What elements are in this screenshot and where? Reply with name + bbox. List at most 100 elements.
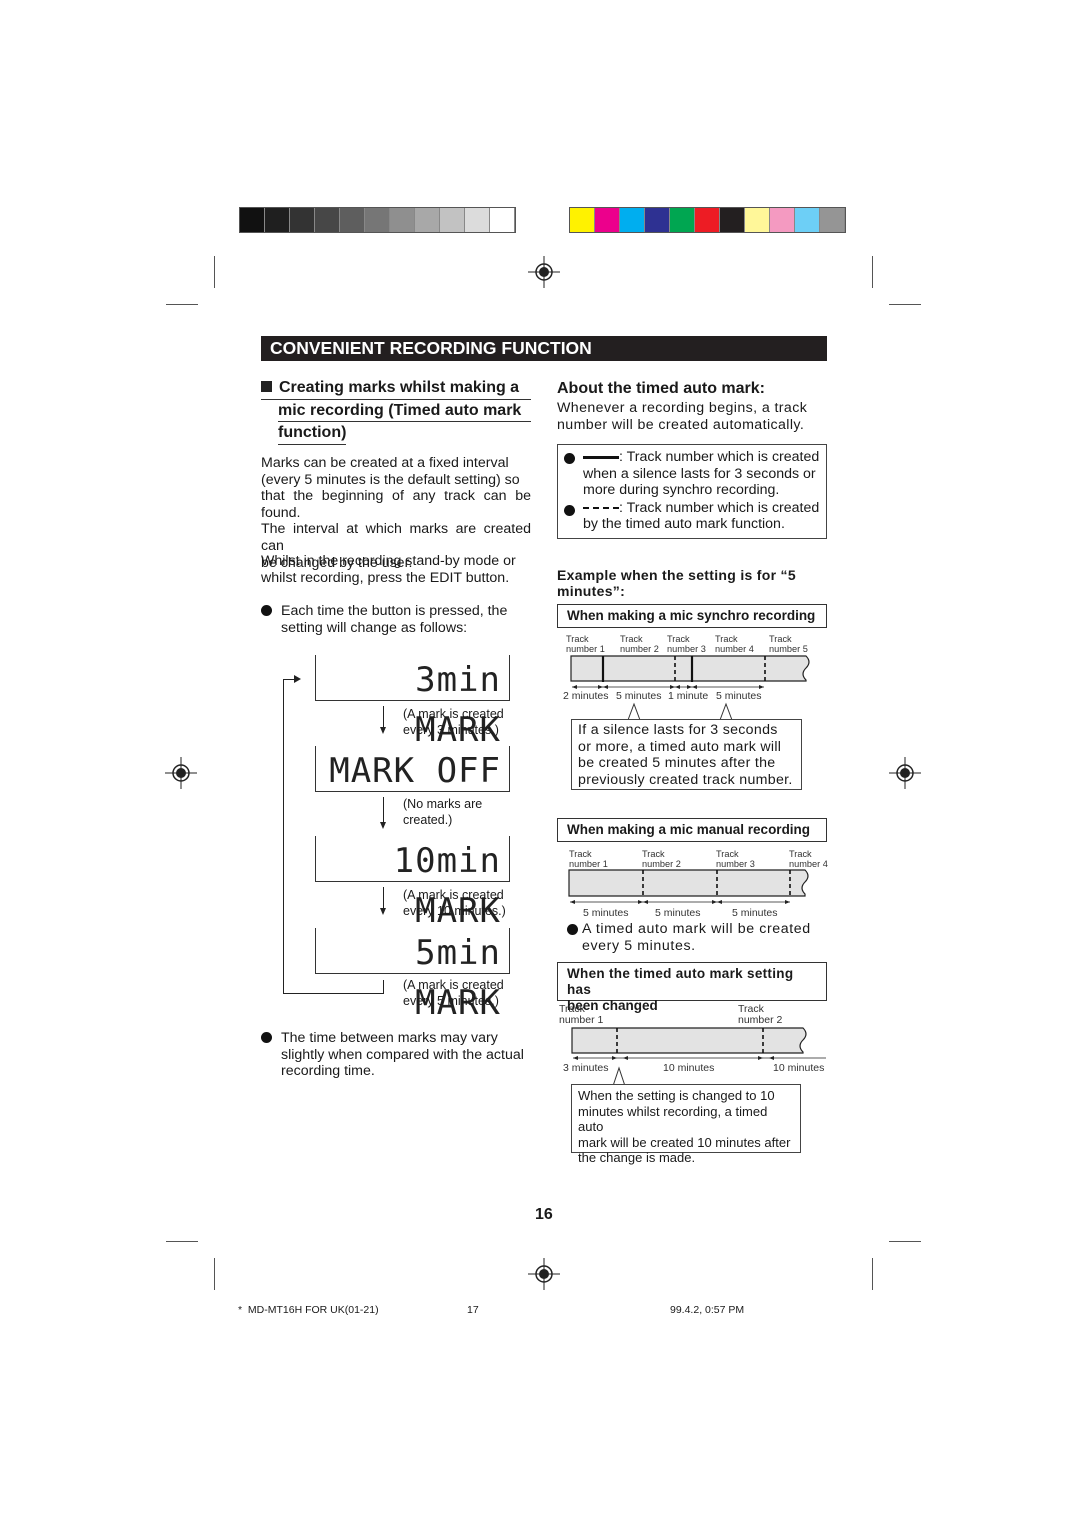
crop-mark [889, 1241, 921, 1242]
bullet-icon [564, 453, 575, 464]
color-swatch [820, 208, 845, 232]
bullet-icon [567, 924, 578, 935]
bullet-time-vary: The time between marks may vary slightly … [261, 1030, 531, 1080]
color-swatch [265, 208, 290, 232]
color-swatch [570, 208, 595, 232]
arrow-right-icon [294, 675, 301, 683]
track-label: Track number 2 [620, 634, 659, 654]
color-calibration-bar [569, 207, 846, 233]
duration-label: 10 minutes [773, 1062, 825, 1074]
bullet-icon [261, 1032, 272, 1043]
crop-mark [166, 304, 198, 305]
synchro-timeline [570, 655, 810, 721]
track-label: Track number 4 [715, 634, 754, 654]
lcd-display-3min: 3min MARK [315, 655, 510, 750]
track-label: Track number 1 [559, 1003, 604, 1026]
duration-label: 5 minutes [655, 907, 701, 919]
registration-mark-icon [528, 1258, 560, 1290]
changed-timeline-wrap [560, 1026, 830, 1091]
lcd-display-mark-off: MARK OFF [315, 746, 510, 792]
tape-bar [570, 655, 810, 682]
footer-date: 99.4.2, 0:57 PM [670, 1304, 745, 1316]
color-swatch [315, 208, 340, 232]
color-swatch [595, 208, 620, 232]
crop-mark [214, 1258, 215, 1290]
arrow-down-icon [380, 797, 386, 829]
color-swatch [240, 208, 265, 232]
bullet-icon [261, 605, 272, 616]
registration-mark-icon [889, 757, 921, 789]
display-note: (A mark is created every 5 minutes.) [403, 978, 504, 1008]
track-label: Track number 4 [789, 849, 828, 869]
arrow-down-icon [380, 706, 386, 734]
track-label: Track number 1 [566, 634, 605, 654]
track-label: Track number 5 [769, 634, 808, 654]
track-label: Track number 3 [667, 634, 706, 654]
duration-label: 10 minutes [663, 1062, 715, 1074]
duration-label: 5 minutes [732, 907, 778, 919]
duration-label: 3 minutes [563, 1062, 609, 1074]
bullet-each-press: Each time the button is pressed, the sett… [261, 603, 531, 636]
manual-note: A timed auto mark will be created every 5… [567, 921, 827, 954]
color-swatch [695, 208, 720, 232]
section-title: Creating marks whilst making a mic recor… [261, 377, 531, 445]
color-swatch [670, 208, 695, 232]
registration-mark-icon [528, 256, 560, 288]
dashed-line-icon [583, 507, 619, 510]
instruction-paragraph: Whilst in the recording stand-by mode or… [261, 553, 516, 586]
bullet-icon [564, 505, 575, 516]
footer-page: 17 [467, 1304, 479, 1316]
track-label: Track number 3 [716, 849, 755, 869]
crop-mark [872, 256, 873, 288]
crop-mark [214, 256, 215, 288]
color-swatch [465, 208, 490, 232]
display-note: (No marks are created.) [403, 797, 483, 827]
duration-label: 2 minutes [563, 690, 609, 702]
page-number: 16 [535, 1206, 553, 1223]
color-swatch [720, 208, 745, 232]
title-line: Creating marks whilst making a [279, 379, 520, 396]
track-label: Track number 2 [738, 1003, 783, 1026]
changed-heading: When the timed auto mark setting has been… [557, 962, 827, 1013]
solid-line-icon [583, 455, 619, 459]
example-title: Example when the setting is for “5 minute… [557, 567, 796, 599]
about-title: About the timed auto mark: [557, 380, 766, 397]
synchro-heading: When making a mic synchro recording [557, 604, 827, 628]
color-swatch [745, 208, 770, 232]
cycle-line [383, 980, 384, 994]
tape-bar [571, 1027, 807, 1054]
lcd-display-10min: 10min MARK [315, 836, 510, 931]
color-swatch [440, 208, 465, 232]
crop-mark [166, 1241, 198, 1242]
lcd-display-5min: 5min MARK [315, 928, 510, 1023]
duration-label: 5 minutes [583, 907, 629, 919]
crop-mark [889, 304, 921, 305]
section-banner: CONVENIENT RECORDING FUNCTION [261, 336, 827, 361]
color-swatch [340, 208, 365, 232]
synchro-callout: If a silence lasts for 3 seconds or more,… [571, 719, 802, 790]
legend-box: : Track number which is created when a si… [557, 444, 827, 539]
grayscale-calibration-bar [239, 207, 516, 233]
color-swatch [770, 208, 795, 232]
duration-label: 5 minutes [616, 690, 662, 702]
callout-pointer [627, 702, 733, 721]
color-swatch [390, 208, 415, 232]
tape-bar [568, 869, 809, 897]
display-note: (A mark is created every 10 minutes.) [403, 888, 506, 918]
track-label: Track number 2 [642, 849, 681, 869]
color-swatch [645, 208, 670, 232]
footer-file: * MD-MT16H FOR UK(01-21) [238, 1304, 379, 1316]
changed-timeline [571, 1027, 826, 1087]
about-text: Whenever a recording begins, a track numb… [557, 400, 808, 433]
registration-mark-icon [165, 757, 197, 789]
title-line: mic recording (Timed auto mark [278, 400, 531, 422]
changed-callout: When the setting is changed to 10 minutes… [571, 1084, 801, 1165]
crop-mark [872, 1258, 873, 1290]
display-note: (A mark is created every 3 minutes.) [403, 707, 504, 737]
cycle-line [283, 679, 284, 993]
color-swatch [365, 208, 390, 232]
color-swatch [290, 208, 315, 232]
color-swatch [620, 208, 645, 232]
manual-timeline [568, 869, 809, 904]
color-swatch [490, 208, 515, 232]
